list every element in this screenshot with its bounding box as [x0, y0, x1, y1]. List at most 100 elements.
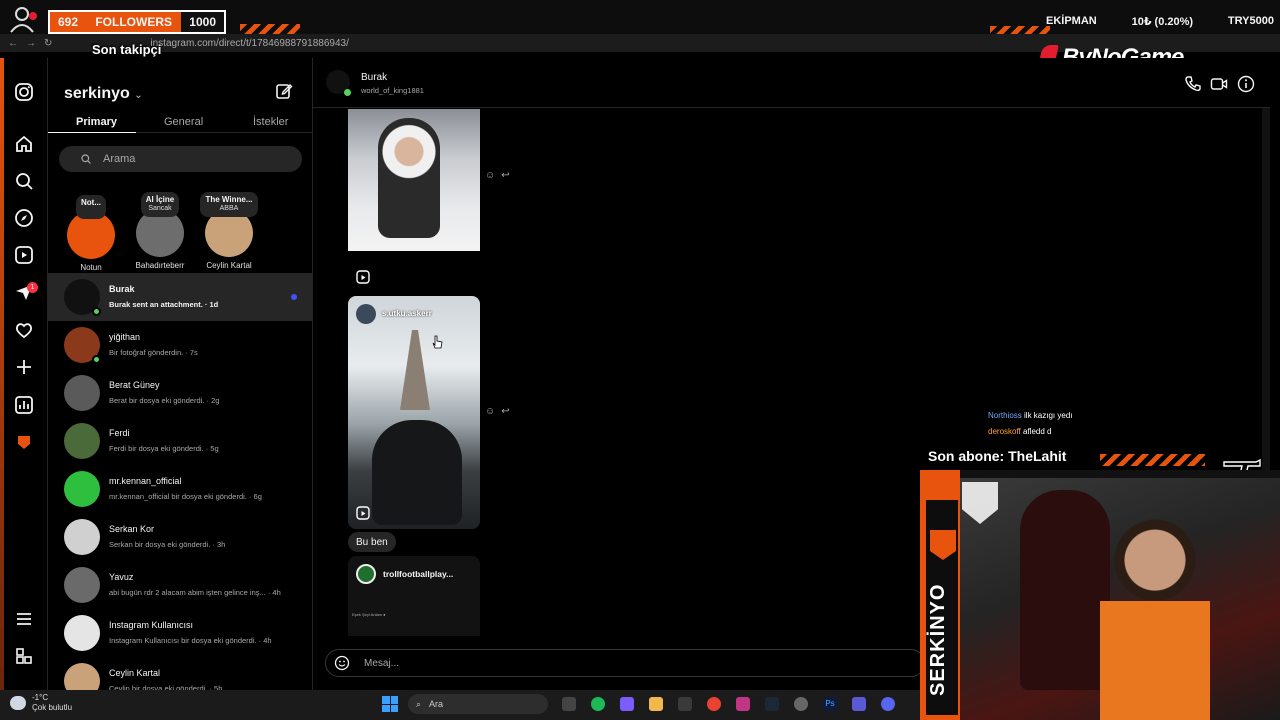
home-icon[interactable]: [14, 134, 34, 154]
account-switcher[interactable]: serkinyo ⌄: [64, 85, 143, 103]
instagram-logo-icon[interactable]: [14, 82, 34, 102]
conversation-item[interactable]: Yavuz abi bugün rdr 2 alacam abim işten g…: [48, 561, 313, 609]
conversation-item[interactable]: Berat Güney Berat bir dosya eki gönderdi.…: [48, 369, 313, 417]
story-name: Notun: [80, 263, 102, 272]
conversation-avatar: [64, 615, 100, 651]
search-icon: [81, 154, 91, 164]
search-placeholder: Arama: [103, 153, 136, 165]
create-plus-icon[interactable]: [14, 357, 34, 377]
forward-icon[interactable]: →: [26, 38, 36, 49]
video-call-icon[interactable]: [1210, 75, 1228, 93]
tab-primary[interactable]: Primary: [76, 116, 117, 128]
back-icon[interactable]: ←: [8, 38, 18, 49]
shared-user-avatar: [356, 304, 376, 324]
conversation-item[interactable]: Instagram Kullanıcısı Instagram Kullanıcı…: [48, 609, 313, 657]
also-from-meta-icon[interactable]: [14, 646, 34, 666]
shared-post-user[interactable]: trollfootballplay...: [383, 569, 453, 579]
conversation-item[interactable]: Ferdi Ferdi bir dosya eki gönderdi. · 5g: [48, 417, 313, 465]
reply-icon[interactable]: ↩: [501, 406, 509, 417]
app-icon[interactable]: [852, 697, 866, 711]
settings-gear-icon[interactable]: [794, 697, 808, 711]
conversation-avatar: [64, 375, 100, 411]
emoji-icon[interactable]: [334, 655, 350, 671]
conversation-item[interactable]: Serkan Kor Serkan bir dosya eki gönderdi.…: [48, 513, 313, 561]
conversation-item[interactable]: yiğithan Bir fotoğraf gönderdin. · 7s: [48, 321, 313, 369]
stream-chat: Northioss ilk kazıgı yedı deroskoff afle…: [988, 408, 1073, 440]
info-icon[interactable]: [1237, 75, 1255, 93]
message-bubble[interactable]: Bu ben: [348, 532, 396, 552]
chat-msg: ilk kazıgı yedı: [1024, 411, 1073, 420]
story-note[interactable]: Not... Notun: [51, 192, 131, 272]
reload-icon[interactable]: ↻: [44, 38, 52, 49]
profile-avatar-icon[interactable]: [14, 432, 34, 452]
react-emoji-icon[interactable]: ☺: [485, 170, 495, 181]
chrome-icon[interactable]: [707, 697, 721, 711]
spotify-icon[interactable]: [591, 697, 605, 711]
story-note[interactable]: Al İçine Sancak Bahadırteberr: [120, 192, 200, 270]
conversation-avatar: [64, 423, 100, 459]
chat-user: deroskoff: [988, 427, 1021, 436]
message-composer[interactable]: Mesaj...: [325, 649, 925, 677]
donation-ticker: EKİPMAN 10₺ (0.20%) TRY5000: [1040, 8, 1280, 34]
tab-general[interactable]: General: [164, 116, 203, 128]
task-view-icon[interactable]: [562, 697, 576, 711]
ticker-value: 10₺ (0.20%): [1131, 15, 1194, 28]
note-song: ABBA: [219, 205, 239, 212]
search-input[interactable]: Arama: [59, 146, 302, 172]
windows-start-icon[interactable]: [382, 696, 398, 712]
reels-icon[interactable]: [14, 245, 34, 265]
ticker-label: EKİPMAN: [1046, 15, 1097, 27]
note-bubble[interactable]: Not...: [76, 195, 106, 219]
conversation-name: Burak: [109, 284, 135, 294]
url-text[interactable]: instagram.com/direct/t/17846988791886943…: [150, 38, 348, 49]
store-icon[interactable]: [678, 697, 692, 711]
shared-post-caption: Eşek Şeyi Anlam ●: [352, 612, 386, 617]
unread-dot: [291, 294, 297, 300]
more-menu-icon[interactable]: [14, 609, 34, 629]
discord-icon[interactable]: [881, 697, 895, 711]
search-icon[interactable]: [14, 171, 34, 191]
conversation-preview: abi bugün rdr 2 alacam abim işten gelinc…: [109, 588, 281, 597]
copilot-icon[interactable]: [620, 697, 634, 711]
online-indicator: [92, 307, 101, 316]
conversation-avatar: [64, 279, 101, 316]
shared-username[interactable]: s.utku.askerr: [382, 309, 432, 318]
conversation-preview: Serkan bir dosya eki gönderdi. · 3h: [109, 540, 226, 549]
steam-icon[interactable]: [765, 697, 779, 711]
message-actions[interactable]: ☺ ↩: [485, 406, 510, 417]
tab-requests[interactable]: İstekler: [253, 116, 288, 128]
story-note[interactable]: The Winne... ABBA Ceylin Kartal: [189, 192, 269, 270]
thread-name[interactable]: Burak: [361, 72, 387, 83]
conversation-preview: Ferdi bir dosya eki gönderdi. · 5g: [109, 444, 219, 453]
notifications-heart-icon[interactable]: [14, 320, 34, 340]
weather-widget[interactable]: -1°C Çok bulutlu: [10, 693, 72, 713]
note-bubble[interactable]: The Winne... ABBA: [200, 192, 258, 217]
photoshop-icon[interactable]: Ps: [823, 697, 837, 711]
note-text: Al İçine: [145, 195, 175, 204]
composer-placeholder: Mesaj...: [364, 657, 400, 669]
instagram-app-icon[interactable]: [736, 697, 750, 711]
file-explorer-icon[interactable]: [649, 697, 663, 711]
reel-icon: [356, 506, 370, 520]
conversation-item[interactable]: mr.kennan_official mr.kennan_official bir…: [48, 465, 313, 513]
reel-atv: [372, 420, 462, 525]
story-name: Bahadırteberr: [135, 261, 185, 270]
left-nav-rail: 1: [0, 58, 48, 690]
explore-icon[interactable]: [14, 208, 34, 228]
taskbar-search[interactable]: ⌕ Ara: [408, 694, 548, 714]
conversation-item[interactable]: Burak Burak sent an attachment. · 1d: [48, 273, 313, 321]
thread-username: world_of_king1881: [361, 86, 424, 95]
react-emoji-icon[interactable]: ☺: [485, 406, 495, 417]
last-subscriber: Son abone: TheLahit: [928, 448, 1067, 464]
note-bubble[interactable]: Al İçine Sancak: [140, 192, 180, 217]
message-actions[interactable]: ☺ ↩: [485, 170, 510, 181]
reply-icon[interactable]: ↩: [501, 170, 509, 181]
conversation-preview: mr.kennan_official bir dosya eki gönderd…: [109, 492, 262, 501]
dashboard-icon[interactable]: [14, 395, 34, 415]
reel-subject: [378, 118, 440, 238]
new-message-icon[interactable]: [275, 82, 293, 100]
phone-call-icon[interactable]: [1184, 75, 1202, 93]
followers-goal: 1000: [181, 12, 224, 32]
note-text: Not...: [81, 198, 101, 207]
online-indicator: [344, 89, 351, 96]
